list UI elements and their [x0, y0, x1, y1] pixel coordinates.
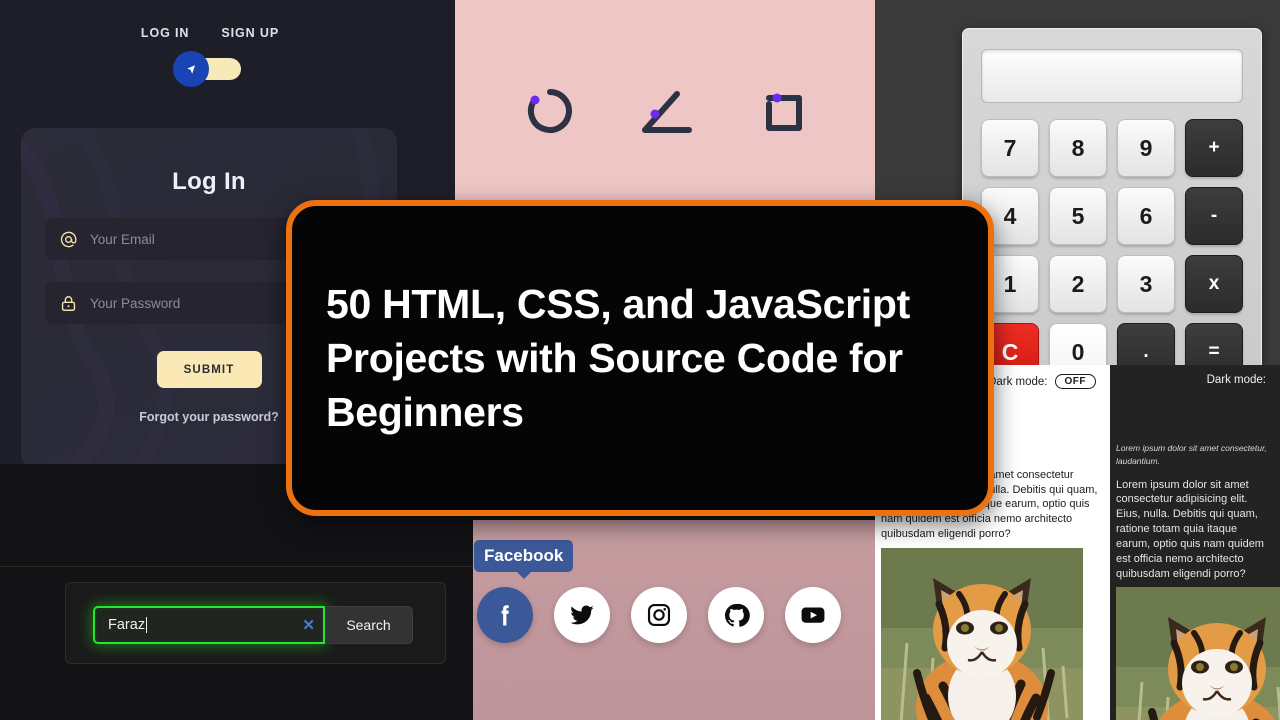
- login-card-title: Log In: [172, 168, 246, 195]
- loader-row: [455, 78, 875, 148]
- calc-key-9[interactable]: 9: [1117, 119, 1175, 177]
- calculator-keypad: 7 8 9 + 4 5 6 - 1 2 3 x C 0 . =: [981, 119, 1243, 381]
- nav-signup-tab[interactable]: SIGN UP: [221, 26, 279, 40]
- calc-key-minus[interactable]: -: [1185, 187, 1243, 245]
- close-x-icon[interactable]: ✕: [302, 616, 315, 634]
- instagram-icon[interactable]: [631, 587, 687, 643]
- tiger-photo-light: [881, 547, 1083, 720]
- twitter-icon[interactable]: [554, 587, 610, 643]
- dark-mode-label-dark: Dark mode:: [1206, 374, 1266, 386]
- dark-mode-toggle-row-dark[interactable]: Dark mode:: [1110, 365, 1280, 386]
- login-mode-toggle[interactable]: [173, 51, 241, 87]
- circle-loader-icon: [521, 82, 579, 145]
- facebook-tooltip: Facebook: [474, 540, 574, 579]
- lock-icon: [59, 294, 78, 313]
- login-nav: LOG IN SIGN UP: [0, 26, 420, 40]
- dark-mode-body-dark: Lorem ipsum dolor sit amet consectetur a…: [1116, 478, 1264, 580]
- nav-login-tab[interactable]: LOG IN: [141, 26, 189, 40]
- social-icons-preview: Facebook: [473, 520, 875, 720]
- search-shell: Faraz ✕ Search: [65, 582, 446, 664]
- calc-key-7[interactable]: 7: [981, 119, 1039, 177]
- screenshot-stage: LOG IN SIGN UP Log In Your Email Your Pa…: [0, 0, 1280, 720]
- triangle-loader-icon: [629, 82, 697, 145]
- search-divider: [0, 566, 473, 567]
- search-button[interactable]: Search: [325, 606, 413, 644]
- calc-key-3[interactable]: 3: [1117, 255, 1175, 313]
- password-field-placeholder: Your Password: [90, 295, 181, 311]
- search-input-value: Faraz: [108, 617, 146, 633]
- search-row: Faraz ✕ Search: [93, 606, 413, 644]
- dark-mode-label-light: Dark mode:: [988, 375, 1048, 388]
- calc-key-6[interactable]: 6: [1117, 187, 1175, 245]
- submit-button[interactable]: SUBMIT: [156, 351, 262, 388]
- calculator-display[interactable]: [981, 49, 1243, 103]
- dark-mode-card-dark: Dark mode: Lorem ipsum dolor sit amet co…: [1110, 365, 1280, 720]
- square-loader-icon: [747, 82, 809, 145]
- email-field-placeholder: Your Email: [90, 231, 155, 247]
- github-icon[interactable]: [708, 587, 764, 643]
- text-caret: [146, 617, 148, 633]
- page-title: 50 HTML, CSS, and JavaScript Projects wi…: [326, 280, 910, 436]
- tiger-photo-dark: [1116, 587, 1280, 720]
- dark-mode-state-light[interactable]: OFF: [1054, 374, 1096, 389]
- cursor-arrow-icon: [183, 61, 200, 78]
- calc-key-plus[interactable]: +: [1185, 119, 1243, 177]
- calc-key-5[interactable]: 5: [1049, 187, 1107, 245]
- at-sign-icon: [59, 230, 78, 249]
- title-overlay-card: 50 HTML, CSS, and JavaScript Projects wi…: [286, 200, 994, 516]
- toggle-knob[interactable]: [173, 51, 209, 87]
- calc-key-times[interactable]: x: [1185, 255, 1243, 313]
- loader-shapes-preview: [455, 0, 875, 200]
- calc-key-2[interactable]: 2: [1049, 255, 1107, 313]
- login-toggle-wrap: [0, 51, 420, 87]
- facebook-icon[interactable]: [477, 587, 533, 643]
- search-input[interactable]: Faraz ✕: [93, 606, 325, 644]
- social-icon-row: [473, 587, 875, 643]
- youtube-icon[interactable]: [785, 587, 841, 643]
- dark-mode-lede-dark: Lorem ipsum dolor sit amet consectetur, …: [1116, 443, 1267, 466]
- calc-key-8[interactable]: 8: [1049, 119, 1107, 177]
